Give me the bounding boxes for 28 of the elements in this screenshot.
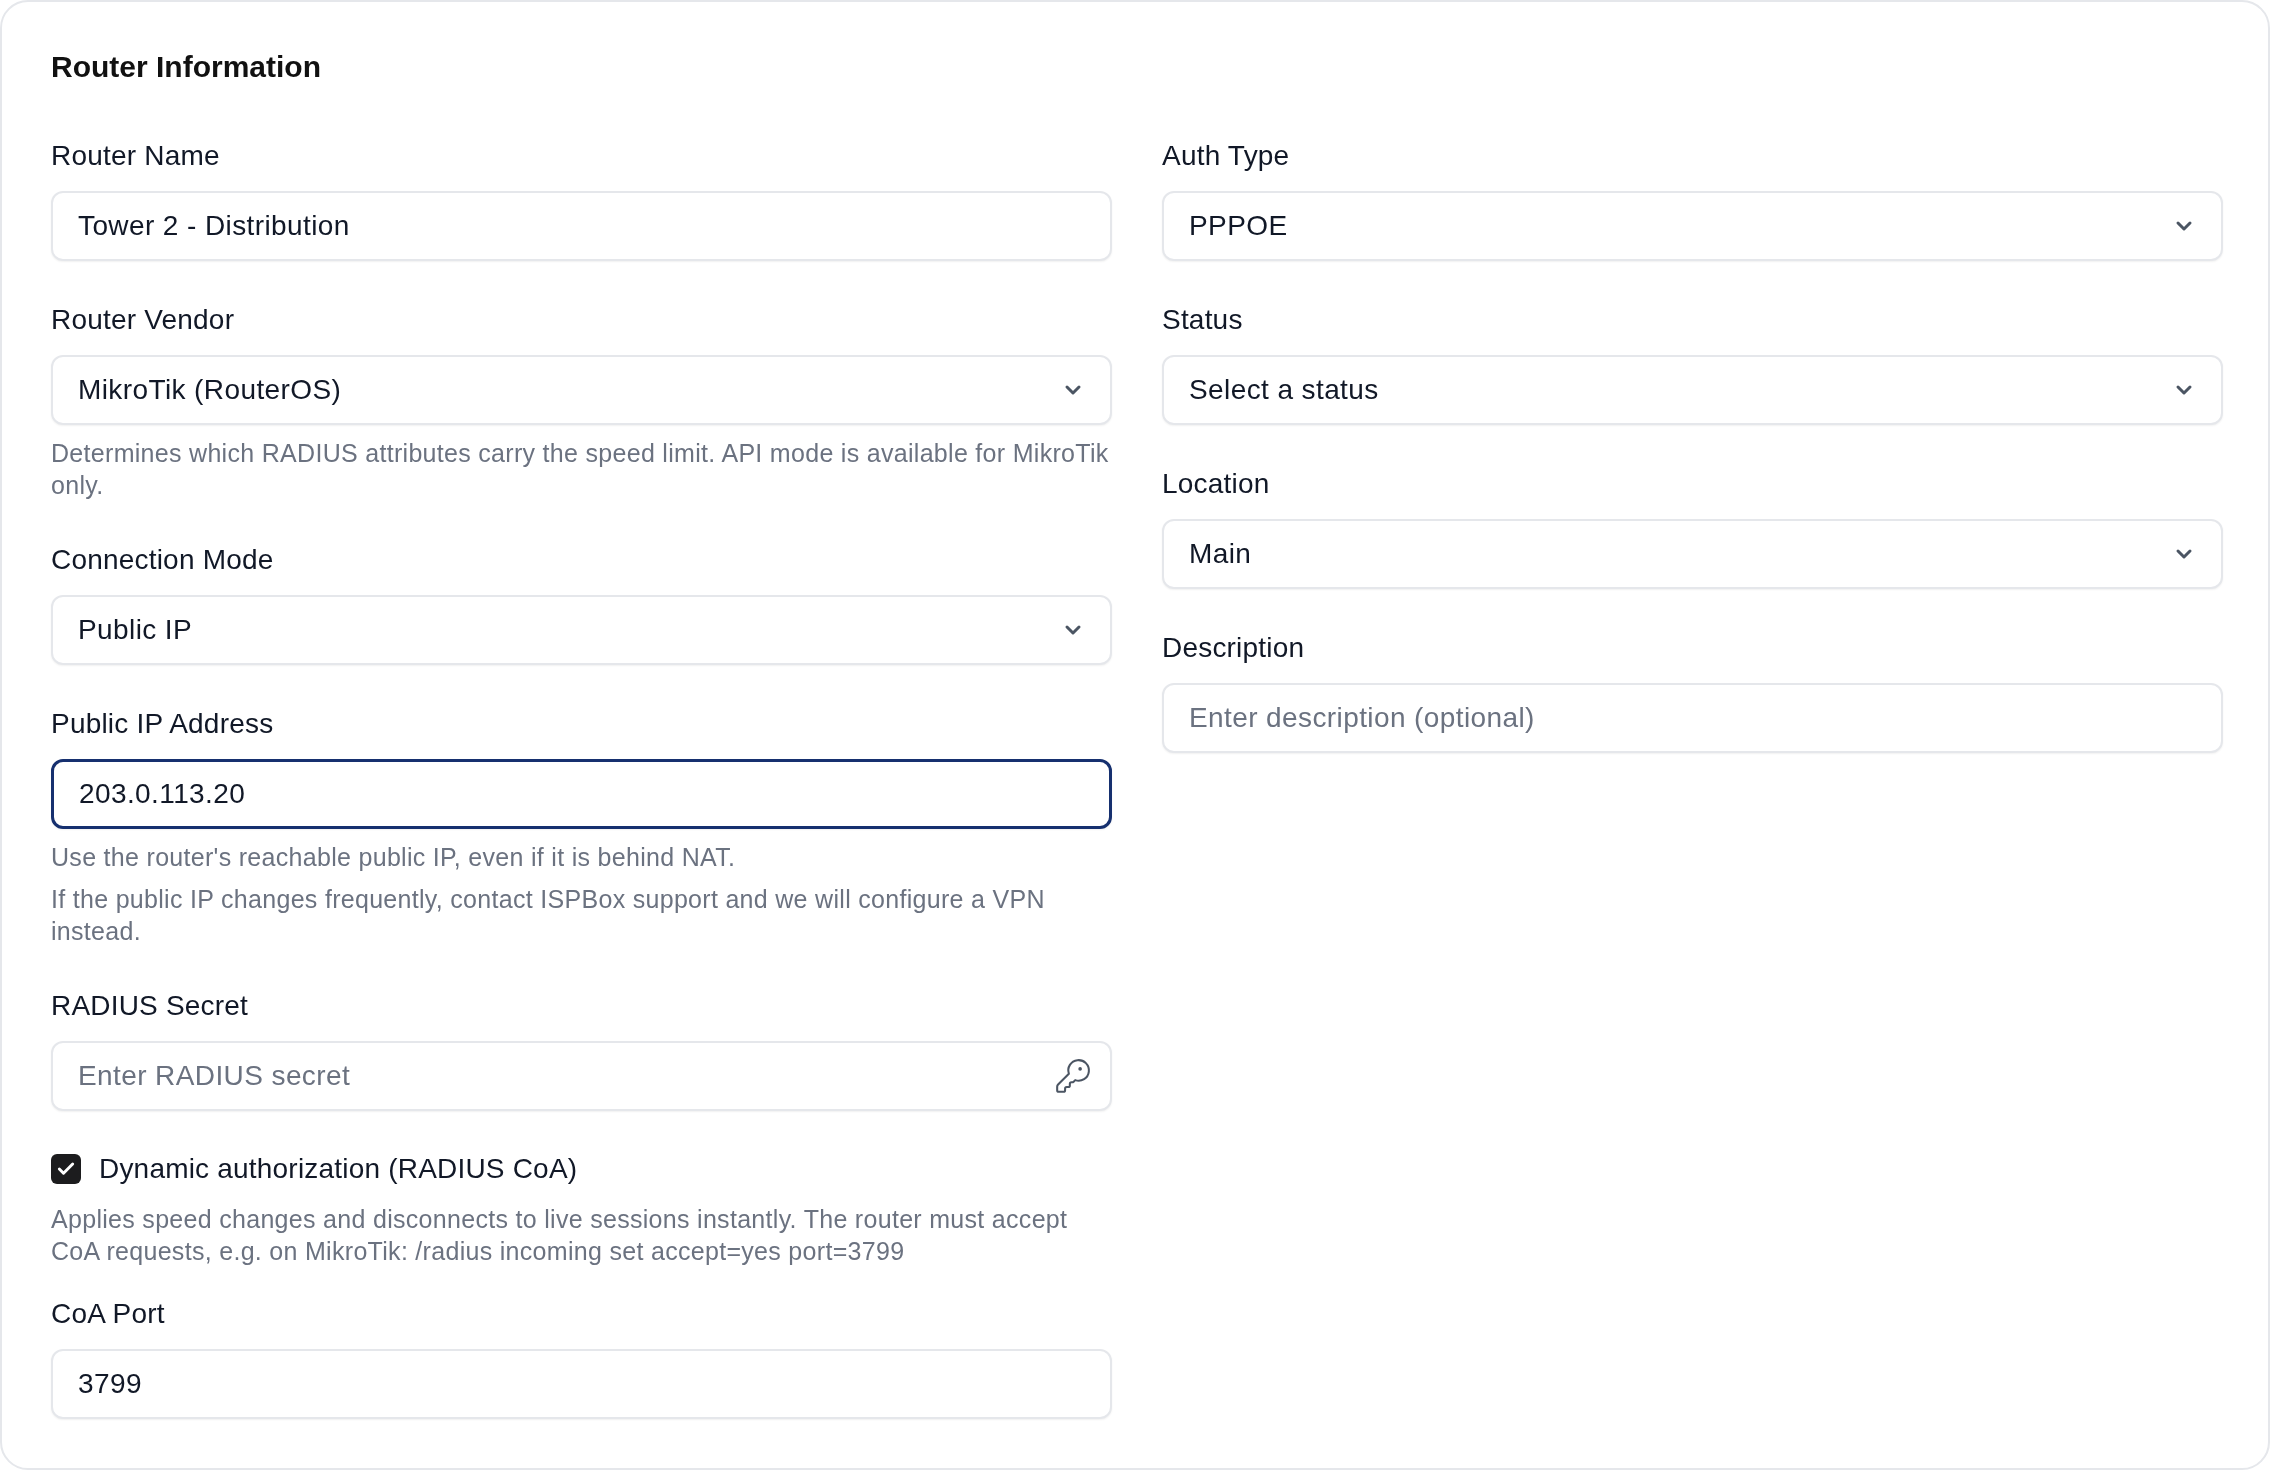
text-input[interactable]: Enter description (optional) (1162, 683, 2223, 753)
field-label: Router Vendor (51, 303, 235, 337)
help-text: Determines which RADIUS attributes carry the speed limit. API mode is available for MikroTik only. (51, 438, 1110, 501)
key-icon (1054, 1057, 1092, 1095)
help-text: If the public IP changes frequently, contact ISPBox support and we will configure a VPN instead. (51, 884, 1046, 947)
field-label: Router Name (51, 139, 220, 173)
field-label: Description (1162, 631, 1305, 665)
field-label: RADIUS Secret (51, 989, 249, 1023)
help-text: Applies speed changes and disconnects to live sessions instantly. The router must accept CoA requests, e.g. on MikroTik: /radius incoming set accept=yes port=3799 (51, 1204, 1069, 1267)
field-label: Status (1162, 303, 1243, 337)
checkbox[interactable] (51, 1154, 81, 1184)
field-label: CoA Port (51, 1297, 165, 1331)
text-input[interactable]: 3799 (51, 1349, 1112, 1419)
field-label: Public IP Address (51, 707, 274, 741)
text-input[interactable]: 203.0.113.20 (51, 759, 1112, 829)
select-dropdown[interactable]: PPPOE (1162, 191, 2223, 261)
section-title: Router Information (51, 49, 321, 85)
select-dropdown[interactable]: Main (1162, 519, 2223, 589)
help-text: Use the router's reachable public IP, even if it is behind NAT. (51, 842, 737, 873)
text-input[interactable]: Tower 2 - Distribution (51, 191, 1112, 261)
checkbox-label[interactable]: Dynamic authorization (RADIUS CoA) (99, 1149, 578, 1189)
select-dropdown[interactable]: Select a status (1162, 355, 2223, 425)
secret-input[interactable]: Enter RADIUS secret (51, 1041, 1112, 1111)
field-label: Auth Type (1162, 139, 1290, 173)
field-label: Connection Mode (51, 543, 274, 577)
select-dropdown[interactable]: Public IP (51, 595, 1112, 665)
field-label: Location (1162, 467, 1270, 501)
select-dropdown[interactable]: MikroTik (RouterOS) (51, 355, 1112, 425)
